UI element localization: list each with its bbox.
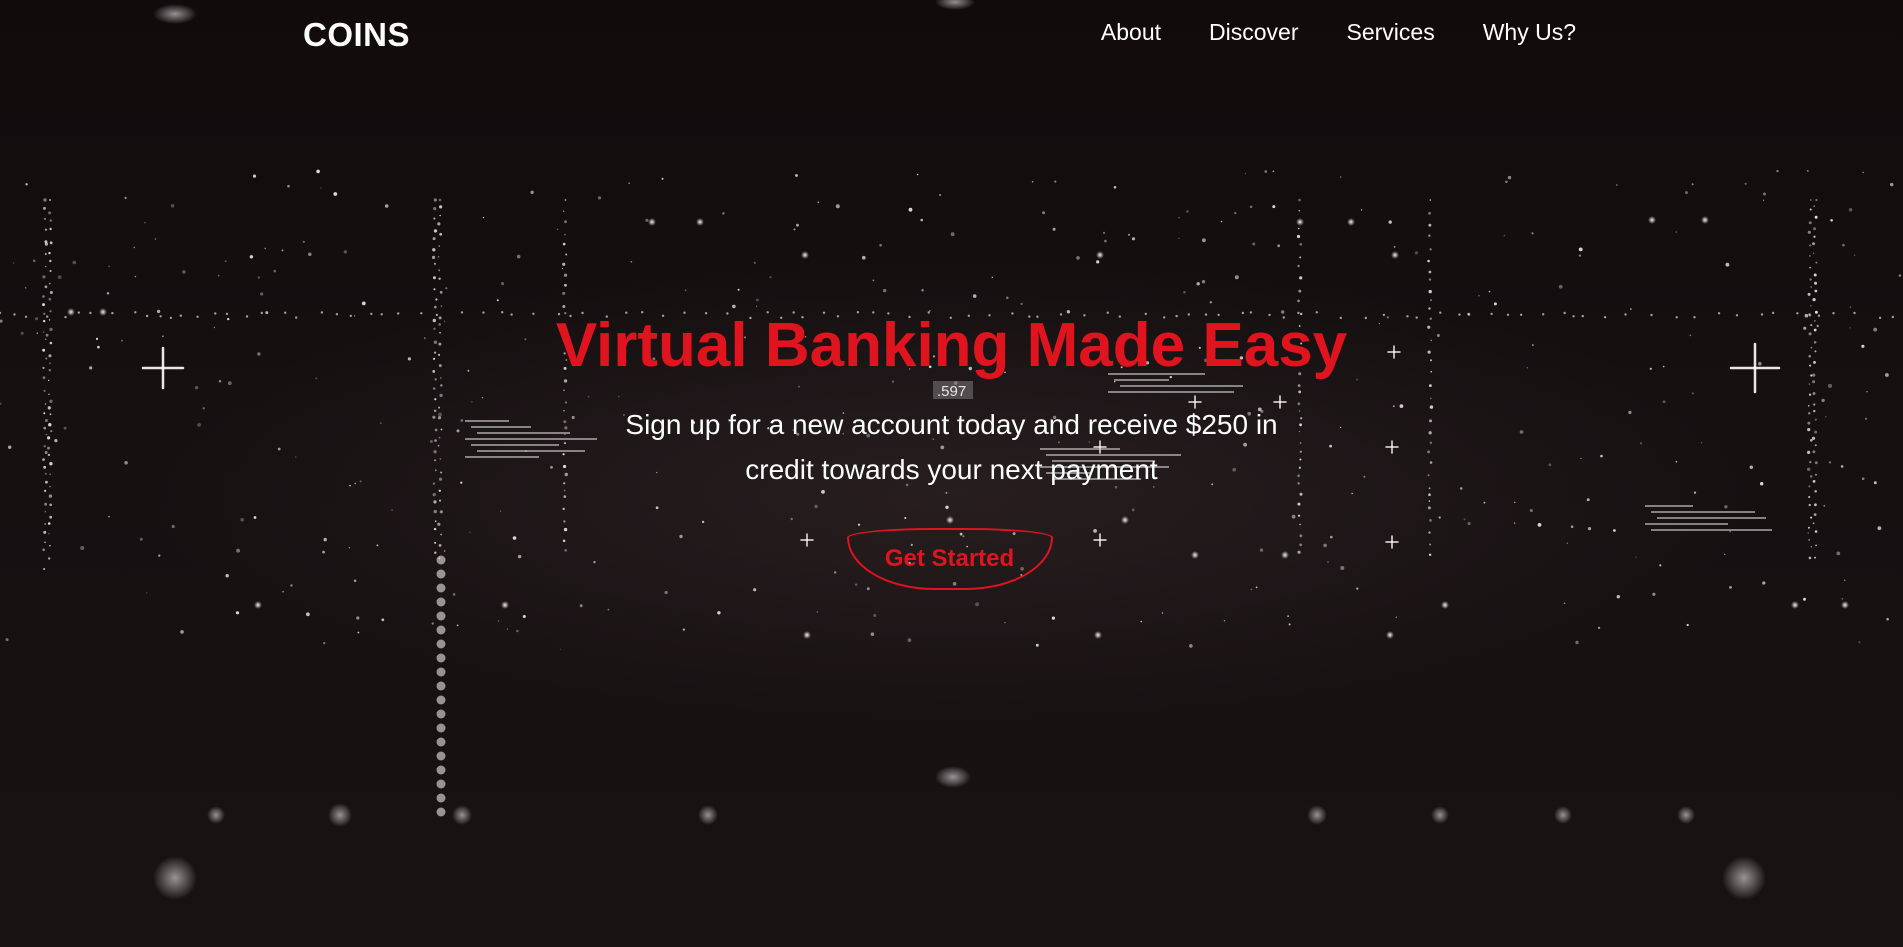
hero-section: .597 COINS About Discover Services Why U… xyxy=(0,0,1903,947)
get-started-button[interactable]: Get Started xyxy=(846,528,1053,590)
logo[interactable]: COINS xyxy=(303,16,410,54)
nav-item-about: About xyxy=(1101,19,1161,46)
nav-links: About Discover Services Why Us? xyxy=(1101,19,1576,46)
nav-item-why-us: Why Us? xyxy=(1483,19,1576,46)
nav-item-services: Services xyxy=(1347,19,1435,46)
hero-subtitle: Sign up for a new account today and rece… xyxy=(625,409,1278,485)
nav-link-services[interactable]: Services xyxy=(1347,19,1435,45)
hero-title: Virtual Banking Made Easy xyxy=(555,311,1348,380)
nav-link-about[interactable]: About xyxy=(1101,19,1161,45)
cta-wrapper: Get Started xyxy=(846,528,1057,594)
nav-item-discover: Discover xyxy=(1209,19,1298,46)
nav-link-discover[interactable]: Discover xyxy=(1209,19,1298,45)
hero-content: Virtual Banking Made Easy Sign up for a … xyxy=(0,310,1903,594)
navbar: COINS About Discover Services Why Us? xyxy=(0,0,1903,70)
nav-link-why-us[interactable]: Why Us? xyxy=(1483,19,1576,45)
